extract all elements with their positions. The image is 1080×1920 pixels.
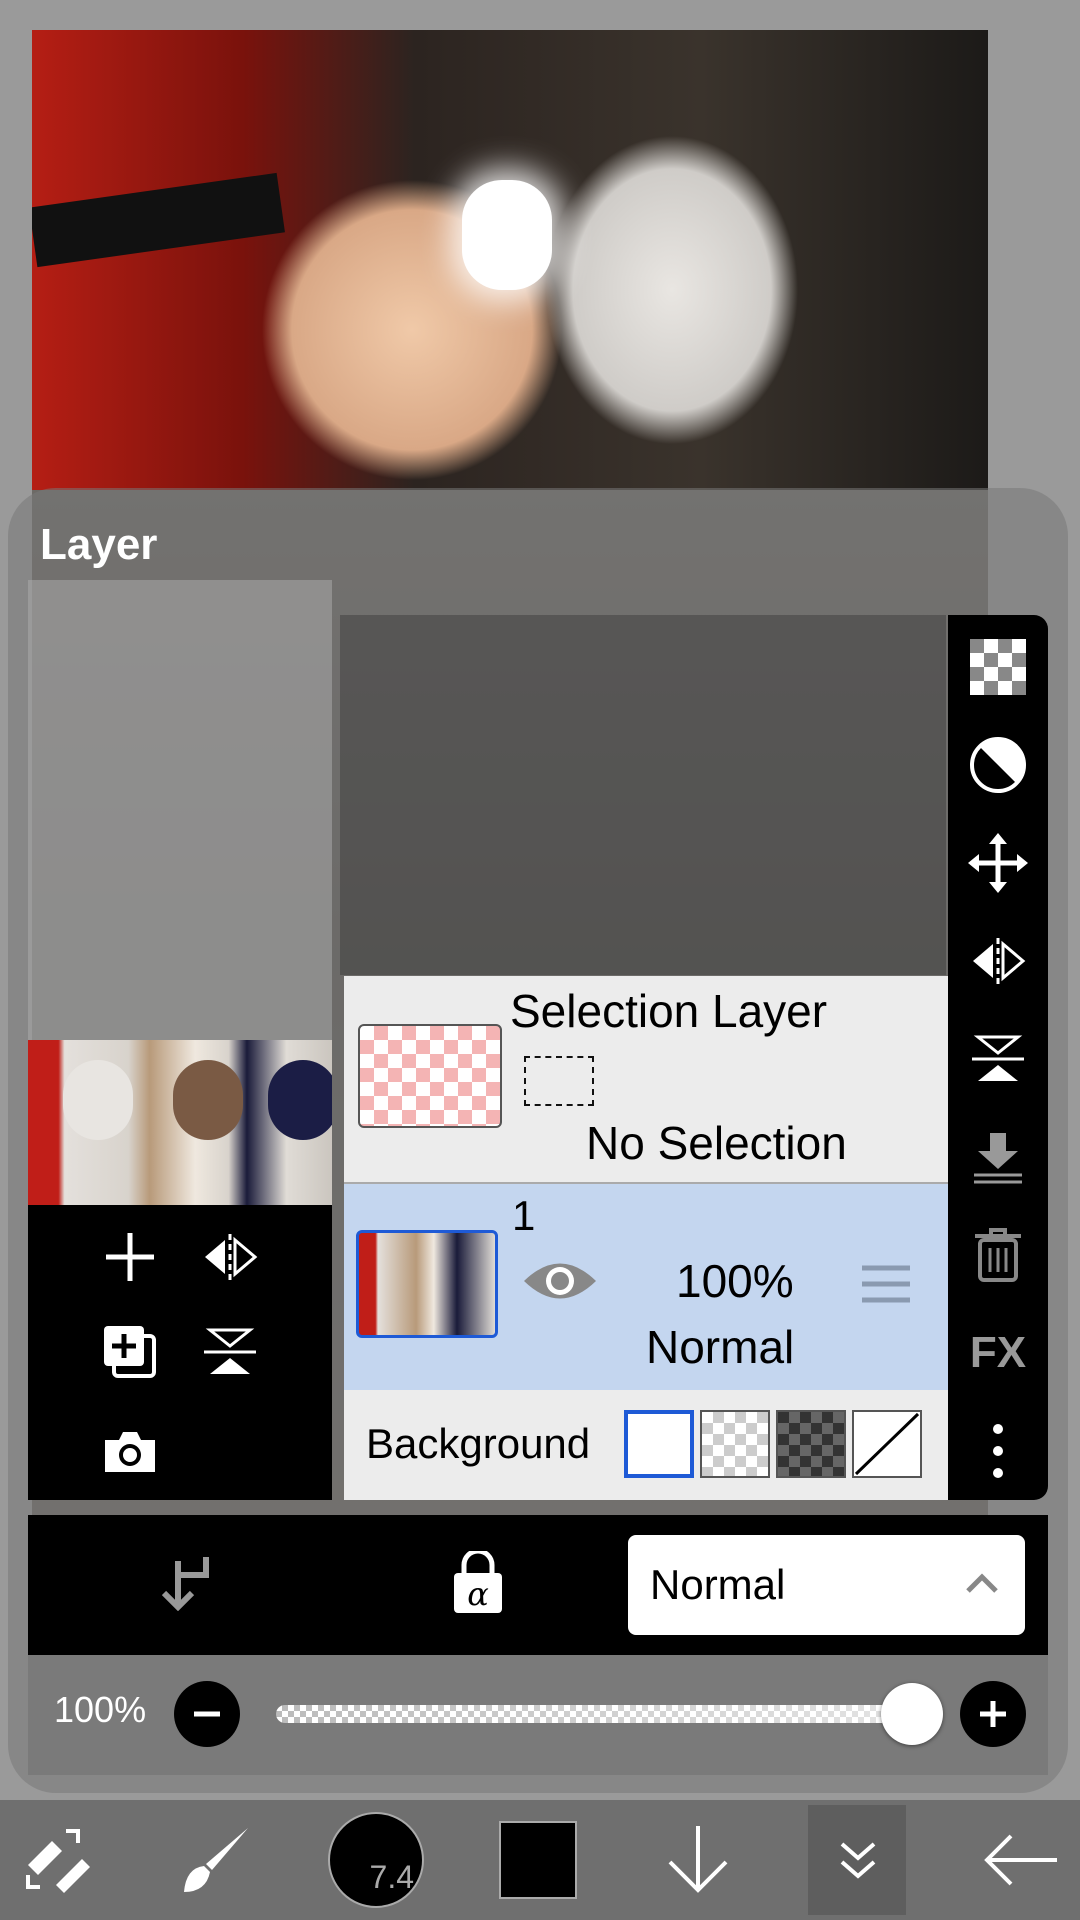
flip-horizontal-icon[interactable] [198, 1225, 262, 1289]
move-icon[interactable] [966, 831, 1030, 895]
blend-mode-value: Normal [650, 1561, 786, 1608]
background-none-swatch[interactable] [852, 1410, 922, 1478]
layer-preview-canvas [340, 615, 946, 975]
background-dark-checker-swatch[interactable] [776, 1410, 846, 1478]
selection-status: No Selection [586, 1117, 847, 1169]
thumb-figure [268, 1060, 332, 1140]
alpha-lock-icon[interactable]: α [450, 1548, 506, 1620]
opacity-decrease-button[interactable] [174, 1681, 240, 1747]
brush-size-icon[interactable]: 7.4 [326, 1812, 426, 1908]
brush-icon[interactable] [176, 1815, 256, 1905]
back-arrow-icon[interactable] [975, 1815, 1065, 1905]
layer-blend-mode: Normal [646, 1321, 795, 1373]
opacity-slider-fill [276, 1705, 916, 1723]
brush-size-value: 7.4 [369, 1859, 414, 1895]
layer-thumbnail [356, 1230, 498, 1338]
thumb-figure [173, 1060, 243, 1140]
add-layer-icon[interactable] [98, 1320, 162, 1384]
artwork-detail [32, 172, 285, 268]
opacity-label: 100% [54, 1689, 147, 1730]
opacity-slider-thumb[interactable] [881, 1683, 943, 1745]
svg-text:α: α [467, 1575, 489, 1613]
flip-horizontal-icon[interactable] [966, 929, 1030, 993]
background-light-checker-swatch[interactable] [700, 1410, 770, 1478]
blend-mode-dropdown[interactable]: Normal [628, 1535, 1025, 1635]
background-label: Background [366, 1420, 591, 1467]
plus-icon[interactable] [98, 1225, 162, 1289]
undo-return-icon[interactable] [156, 1553, 212, 1616]
arrow-down-icon[interactable] [660, 1815, 736, 1905]
contrast-icon[interactable] [966, 733, 1030, 797]
thumb-figure [63, 1060, 133, 1140]
transparency-icon[interactable] [966, 635, 1030, 699]
canvas-thumbnail[interactable] [28, 1040, 332, 1205]
flip-vertical-icon[interactable] [198, 1320, 262, 1384]
color-icon[interactable] [498, 1815, 578, 1905]
primary-color-swatch [499, 1821, 577, 1899]
layer-preview-area [28, 580, 332, 1040]
layer-opacity: 100% [676, 1255, 794, 1307]
right-toolbar: FX [948, 615, 1048, 1500]
eye-icon[interactable] [522, 1256, 598, 1311]
selection-layer-name: Selection Layer [510, 985, 828, 1037]
opacity-increase-button[interactable] [960, 1681, 1026, 1747]
layer-number: 1 [512, 1192, 536, 1239]
artwork-glare [462, 180, 552, 290]
selection-layer-thumbnail [358, 1024, 502, 1128]
background-white-swatch[interactable] [624, 1410, 694, 1478]
transform-icon[interactable] [18, 1815, 98, 1905]
camera-icon[interactable] [98, 1420, 162, 1484]
chevron-up-icon [964, 1571, 1000, 1600]
fx-icon[interactable]: FX [966, 1321, 1030, 1385]
left-toolbar [28, 1205, 332, 1500]
flip-vertical-icon[interactable] [966, 1027, 1030, 1091]
more-icon[interactable] [966, 1419, 1030, 1483]
panel-title: Layer [40, 520, 158, 569]
layer-row-1[interactable]: 1 100% Normal [344, 1182, 948, 1392]
trash-icon[interactable] [966, 1223, 1030, 1287]
chevron-double-down-icon[interactable] [818, 1815, 898, 1905]
selection-marquee-icon [524, 1056, 594, 1106]
selection-layer-row[interactable]: Selection Layer No Selection [344, 976, 948, 1182]
merge-down-icon[interactable] [966, 1125, 1030, 1189]
opacity-bar: 100% [28, 1655, 1048, 1775]
opacity-slider-track[interactable] [276, 1705, 916, 1723]
drag-handle-icon[interactable] [860, 1264, 912, 1309]
